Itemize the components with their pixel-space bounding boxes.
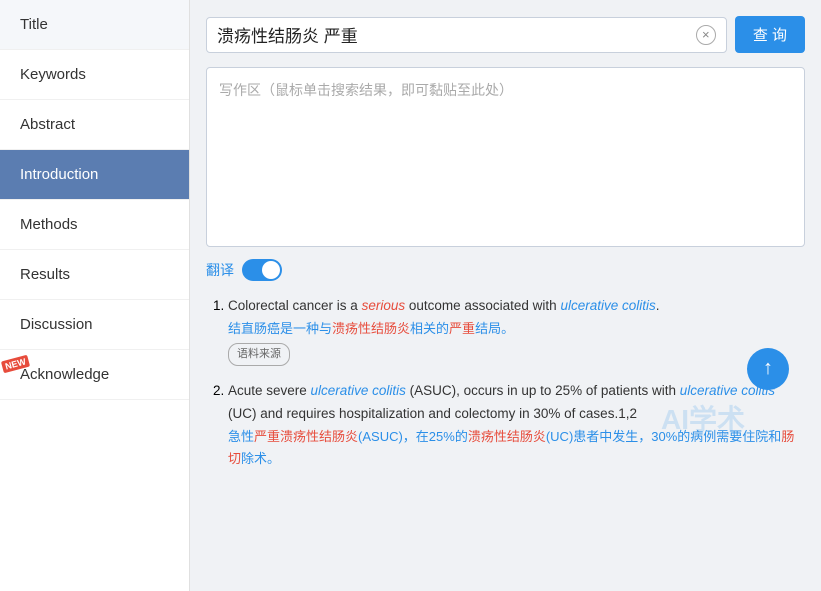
search-input[interactable] — [217, 25, 696, 45]
sidebar-label-title: Title — [20, 16, 48, 33]
toggle-knob — [262, 261, 280, 279]
sidebar-label-discussion: Discussion — [20, 316, 93, 333]
result-item-2: Acute severe ulcerative colitis (ASUC), … — [228, 380, 805, 470]
result-item-1: Colorectal cancer is a serious outcome a… — [228, 295, 805, 366]
sidebar-item-abstract[interactable]: Abstract — [0, 100, 189, 150]
result-2-en-part-3: (UC) and requires hospitalization and co… — [228, 406, 637, 421]
result-1-en-part-1: Colorectal cancer is a — [228, 298, 362, 313]
sidebar-item-acknowledge[interactable]: NEW Acknowledge — [0, 350, 189, 400]
sidebar-item-keywords[interactable]: Keywords — [0, 50, 189, 100]
sidebar-item-introduction[interactable]: Introduction — [0, 150, 189, 200]
content-wrap: × 查 询 写作区（鼠标单击搜索结果，即可黏贴至此处） 翻译 Colorecta… — [206, 16, 805, 470]
sidebar-label-methods: Methods — [20, 216, 78, 233]
translate-label: 翻译 — [206, 260, 234, 280]
search-input-wrap: × — [206, 17, 727, 53]
results-list: Colorectal cancer is a serious outcome a… — [206, 295, 805, 470]
sidebar-item-methods[interactable]: Methods — [0, 200, 189, 250]
result-2-en-part-2: (ASUC), occurs in up to 25% of patients … — [406, 383, 680, 398]
sidebar-label-keywords: Keywords — [20, 66, 86, 83]
search-button[interactable]: 查 询 — [735, 16, 805, 53]
sidebar-label-results: Results — [20, 266, 70, 283]
sidebar-item-discussion[interactable]: Discussion — [0, 300, 189, 350]
clear-button[interactable]: × — [696, 25, 716, 45]
scroll-top-button[interactable]: ↑ — [747, 348, 789, 390]
writing-area[interactable]: 写作区（鼠标单击搜索结果，即可黏贴至此处） — [206, 67, 805, 247]
result-1-serious: serious — [362, 298, 406, 313]
sidebar-item-title[interactable]: Title — [0, 0, 189, 50]
scroll-top-icon: ↑ — [763, 357, 773, 380]
sidebar-item-results[interactable]: Results — [0, 250, 189, 300]
search-bar: × 查 询 — [206, 16, 805, 53]
sidebar-label-acknowledge: Acknowledge — [20, 366, 109, 383]
result-2-en-part-1: Acute severe — [228, 383, 311, 398]
main-content: × 查 询 写作区（鼠标单击搜索结果，即可黏贴至此处） 翻译 Colorecta… — [190, 0, 821, 591]
translate-toggle[interactable] — [242, 259, 282, 281]
result-2-uc-1: ulcerative colitis — [311, 383, 406, 398]
result-1-en: Colorectal cancer is a serious outcome a… — [228, 295, 805, 318]
writing-placeholder: 写作区（鼠标单击搜索结果，即可黏贴至此处） — [219, 82, 513, 98]
source-tag-1[interactable]: 语料来源 — [228, 343, 290, 366]
sidebar-label-abstract: Abstract — [20, 116, 75, 133]
result-1-en-part-2: outcome associated with — [405, 298, 560, 313]
sidebar: Title Keywords Abstract Introduction Met… — [0, 0, 190, 591]
result-2-cn[interactable]: 急性严重溃疡性结肠炎(ASUC)，在25%的溃疡性结肠炎(UC)患者中发生，30… — [228, 426, 805, 470]
result-1-ulcerative-colitis: ulcerative colitis — [560, 298, 655, 313]
result-1-cn[interactable]: 结直肠癌是一种与溃疡性结肠炎相关的严重结局。 — [228, 318, 805, 340]
translate-row: 翻译 — [206, 259, 805, 281]
sidebar-label-introduction: Introduction — [20, 166, 98, 183]
result-2-en: Acute severe ulcerative colitis (ASUC), … — [228, 380, 805, 426]
result-1-en-part-3: . — [656, 298, 660, 313]
